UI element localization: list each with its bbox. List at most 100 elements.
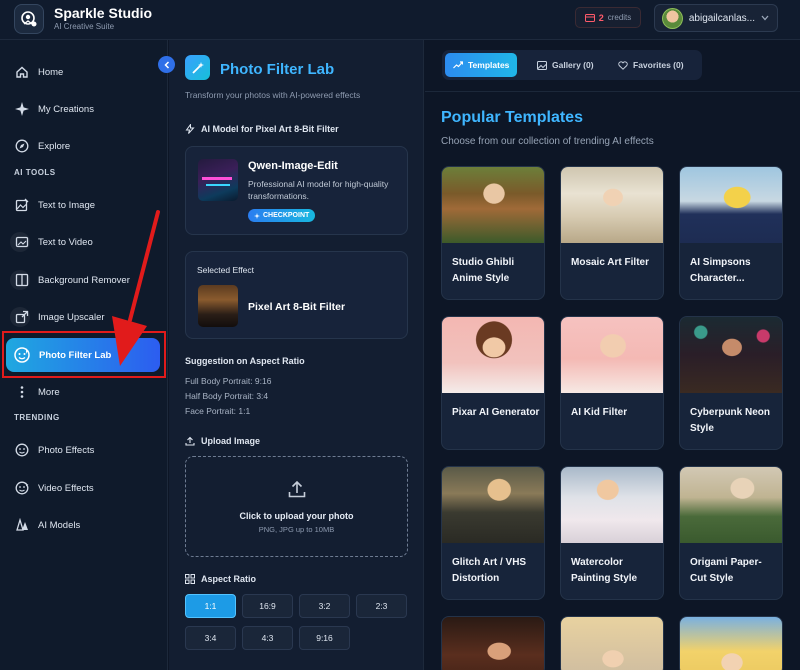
panel-title: Photo Filter Lab xyxy=(220,61,335,78)
aspect-ratio-option-16-9[interactable]: 16:9 xyxy=(242,594,293,618)
models-icon xyxy=(14,517,30,533)
username: abigailcanlas... xyxy=(688,12,755,24)
sidebar-item-my-creations[interactable]: My Creations xyxy=(14,99,94,119)
credits-count: 2 xyxy=(598,12,604,23)
template-name: Mosaic Art Filter xyxy=(571,257,649,268)
aspect-ratio-option-3-4[interactable]: 3:4 xyxy=(185,626,236,650)
template-card[interactable] xyxy=(441,616,545,670)
checkpoint-badge: CHECKPOINT xyxy=(248,209,316,222)
aspect-ratio-option-1-1[interactable]: 1:1 xyxy=(185,594,236,618)
tab-templates[interactable]: Templates xyxy=(445,53,518,77)
upload-section-label: Upload Image xyxy=(185,436,260,446)
selected-effect-thumbnail xyxy=(198,285,238,327)
thumb-neon-line xyxy=(206,184,230,186)
template-card[interactable] xyxy=(679,616,783,670)
templates-panel: Templates Gallery (0) Favorites (0) Popu… xyxy=(425,40,800,670)
sidebar-item-explore[interactable]: Explore xyxy=(14,136,70,156)
tab-label: Gallery (0) xyxy=(552,60,594,70)
template-thumbnail xyxy=(561,467,663,543)
sidebar-item-text-to-image[interactable]: Text to Image xyxy=(14,195,95,215)
sidebar-item-ai-models[interactable]: AI Models xyxy=(14,515,80,535)
upload-dropzone[interactable]: Click to upload your photo PNG, JPG up t… xyxy=(185,456,408,557)
template-name: Cyberpunk Neon Style xyxy=(690,407,771,434)
aspect-ratio-option-3-2[interactable]: 3:2 xyxy=(299,594,350,618)
aspect-ratio-option-2-3[interactable]: 2:3 xyxy=(356,594,407,618)
template-thumbnail xyxy=(442,167,544,243)
model-card[interactable]: Qwen-Image-Edit Professional AI model fo… xyxy=(185,146,408,235)
sidebar-item-label: AI Models xyxy=(38,519,81,531)
model-thumbnail xyxy=(198,159,238,201)
collapse-sidebar-button[interactable] xyxy=(158,56,175,73)
popular-templates-title: Popular Templates xyxy=(441,109,583,126)
model-description: Professional AI model for high-quality t… xyxy=(248,179,389,201)
template-name: Origami Paper-Cut Style xyxy=(690,557,762,584)
sidebar-item-label: More xyxy=(38,386,60,398)
face-filter-icon xyxy=(14,442,30,458)
aspect-ratio-option-4-3[interactable]: 4:3 xyxy=(242,626,293,650)
aspect-ratio-label: Aspect Ratio xyxy=(185,574,256,584)
tab-favorites[interactable]: Favorites (0) xyxy=(610,53,692,77)
selected-effect-label: Selected Effect xyxy=(197,265,255,275)
template-card-origami[interactable]: Origami Paper-Cut Style xyxy=(679,466,783,600)
templates-tabbar: Templates Gallery (0) Favorites (0) xyxy=(442,50,702,80)
badge-label: CHECKPOINT xyxy=(263,212,310,219)
sidebar-item-label: My Creations xyxy=(38,103,94,115)
sidebar-item-more[interactable]: More xyxy=(14,382,60,402)
template-thumbnail xyxy=(561,317,663,393)
upload-hint: PNG, JPG up to 10MB xyxy=(258,525,335,534)
aspect-suggestion-line: Half Body Portrait: 3:4 xyxy=(185,391,269,401)
chevron-left-icon xyxy=(163,60,169,69)
sidebar-item-home[interactable]: Home xyxy=(14,62,63,82)
model-section-label-text: AI Model for Pixel Art 8-Bit Filter xyxy=(201,124,339,134)
lightning-icon xyxy=(185,124,195,134)
template-card-mosaic-art[interactable]: Mosaic Art Filter xyxy=(560,166,664,300)
upload-title: Click to upload your photo xyxy=(239,511,354,521)
template-thumbnail xyxy=(561,167,663,243)
sparkle-icon xyxy=(14,101,30,117)
template-thumbnail xyxy=(680,317,782,393)
template-thumbnail xyxy=(442,467,544,543)
user-menu[interactable]: abigailcanlas... xyxy=(654,4,778,32)
template-card-studio-ghibli[interactable]: Studio Ghibli Anime Style xyxy=(441,166,545,300)
avatar xyxy=(662,7,683,29)
tab-label: Templates xyxy=(468,60,510,70)
split-icon xyxy=(14,272,30,288)
magic-wand-icon xyxy=(185,55,210,80)
app-logo[interactable] xyxy=(14,4,44,34)
trending-icon xyxy=(453,61,463,69)
sidebar-item-label: Video Effects xyxy=(38,482,94,494)
template-thumbnail xyxy=(442,317,544,393)
upload-icon xyxy=(288,480,306,498)
sidebar-item-text-to-video[interactable]: Text to Video xyxy=(14,232,93,252)
tab-label: Favorites (0) xyxy=(633,60,684,70)
selected-effect-name: Pixel Art 8-Bit Filter xyxy=(248,301,346,313)
sidebar-item-label: Photo Effects xyxy=(38,444,95,456)
filter-panel: Photo Filter Lab Transform your photos w… xyxy=(169,40,424,670)
sidebar-item-image-upscaler[interactable]: Image Upscaler xyxy=(14,307,105,327)
template-card-ai-simpsons[interactable]: AI Simpsons Character... xyxy=(679,166,783,300)
template-card-cyberpunk-neon[interactable]: Cyberpunk Neon Style xyxy=(679,316,783,450)
template-card[interactable] xyxy=(560,616,664,670)
upscale-icon xyxy=(14,309,30,325)
video-effects-icon xyxy=(14,480,30,496)
top-bar: Sparkle Studio AI Creative Suite 2 credi… xyxy=(0,0,800,40)
template-card-pixar-ai[interactable]: Pixar AI Generator xyxy=(441,316,545,450)
template-card-watercolor[interactable]: Watercolor Painting Style xyxy=(560,466,664,600)
annotation-arrow xyxy=(112,210,160,366)
sidebar-item-photo-effects[interactable]: Photo Effects xyxy=(14,440,94,460)
tab-gallery[interactable]: Gallery (0) xyxy=(529,53,602,77)
template-name: Watercolor Painting Style xyxy=(571,557,638,584)
logo-icon xyxy=(21,11,37,27)
sidebar-item-video-effects[interactable]: Video Effects xyxy=(14,478,94,498)
aspect-ratio-label-text: Aspect Ratio xyxy=(201,574,257,584)
template-card-glitch-vhs[interactable]: Glitch Art / VHS Distortion xyxy=(441,466,545,600)
section-title-trending: TRENDING xyxy=(14,413,60,422)
credits-badge[interactable]: 2 credits xyxy=(575,7,641,28)
sidebar-item-label: Image Upscaler xyxy=(38,311,105,323)
sparkle-icon xyxy=(254,212,260,219)
credits-label: credits xyxy=(607,13,632,22)
template-card-ai-kid[interactable]: AI Kid Filter xyxy=(560,316,664,450)
aspect-ratio-option-9-16[interactable]: 9:16 xyxy=(299,626,350,650)
aspect-suggestion-title: Suggestion on Aspect Ratio xyxy=(185,356,305,366)
template-name: AI Simpsons Character... xyxy=(690,257,751,284)
